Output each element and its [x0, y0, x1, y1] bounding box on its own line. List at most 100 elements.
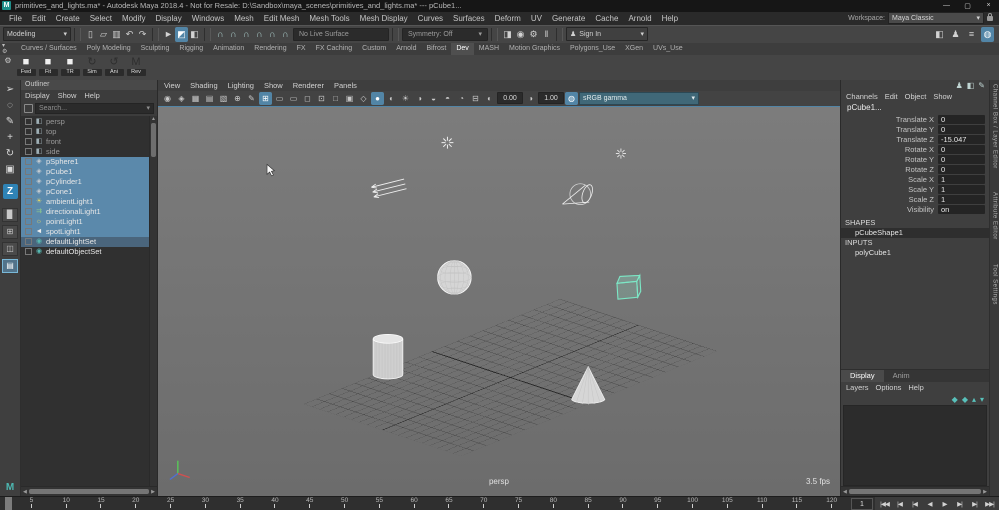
safe-action-icon[interactable]: □	[329, 92, 342, 105]
channel-settings-icon[interactable]: ♟	[956, 80, 963, 91]
custom-m-tool-button[interactable]: M	[3, 481, 18, 494]
exposure-icon[interactable]: ◐	[483, 92, 496, 105]
layer-editor-tab[interactable]: Display	[841, 370, 884, 382]
layer-options-icon[interactable]: ◧	[967, 80, 975, 91]
move-tool-icon[interactable]: +	[7, 132, 13, 143]
modeling-toolkit-toggle[interactable]: ◧	[933, 27, 946, 42]
channel-box-menu-item[interactable]: Show	[933, 92, 952, 101]
menu-item[interactable]: Create	[51, 12, 85, 25]
new-empty-layer-icon[interactable]: ◆	[952, 395, 958, 404]
grease-pencil-icon[interactable]: ✎	[245, 92, 258, 105]
list-item[interactable]: ⇉ directionalLight1	[21, 207, 149, 217]
two-d-pan-zoom-icon[interactable]: ⊕	[231, 92, 244, 105]
item-toggle[interactable]	[25, 188, 32, 195]
attribute-editor-toggle[interactable]: ≡	[965, 27, 978, 42]
gamma-field[interactable]: 1.00	[538, 92, 564, 104]
item-toggle[interactable]	[25, 158, 32, 165]
snap-to-view-plane-icon[interactable]: ∩	[266, 27, 279, 42]
wireframe-mode-icon[interactable]: ◇	[357, 92, 370, 105]
list-item[interactable]: ◄ spotLight1	[21, 227, 149, 237]
outliner-menu-item[interactable]: Show	[58, 91, 77, 100]
list-item[interactable]: ◈ pSphere1	[21, 157, 149, 167]
sign-in-dropdown[interactable]: ♟ Sign In ▾	[566, 27, 648, 41]
list-item[interactable]: ☼ pointLight1	[21, 217, 149, 227]
input-item[interactable]: polyCube1	[841, 248, 989, 258]
scroll-thumb[interactable]	[29, 489, 149, 494]
item-toggle[interactable]	[25, 128, 32, 135]
gate-mask-icon[interactable]: ◻	[301, 92, 314, 105]
undo-icon[interactable]: ↶	[123, 27, 136, 42]
maximize-button[interactable]: ▢	[959, 2, 976, 10]
shelf-button[interactable]: ■ Fit	[38, 56, 58, 76]
grid-icon[interactable]: ⊞	[259, 92, 272, 105]
menu-item[interactable]: Mesh Display	[355, 12, 413, 25]
select-object-icon[interactable]: ◩	[175, 27, 188, 42]
list-item[interactable]: ◈ pCube1	[21, 167, 149, 177]
channel-box-menu-item[interactable]: Object	[905, 92, 927, 101]
shelf-tab[interactable]: Bifrost	[422, 43, 452, 55]
select-component-icon[interactable]: ◧	[188, 27, 201, 42]
menu-item[interactable]: Mesh Tools	[304, 12, 354, 25]
render-settings-icon[interactable]: ⚙	[527, 27, 540, 42]
item-toggle[interactable]	[25, 218, 32, 225]
xray-icon[interactable]: ◔	[455, 92, 468, 105]
rotate-tool-icon[interactable]: ↻	[6, 148, 14, 159]
scale-tool-icon[interactable]: ▣	[5, 164, 14, 175]
panel-menu-item[interactable]: Shading	[190, 81, 218, 90]
item-toggle[interactable]	[25, 138, 32, 145]
layer-editor-menu-item[interactable]: Help	[908, 383, 923, 392]
lock-camera-icon[interactable]: ◈	[175, 92, 188, 105]
step-forward-key-button[interactable]: ▶|	[952, 500, 967, 508]
motion-blur-icon[interactable]: ◓	[441, 92, 454, 105]
shelf-tab[interactable]: Polygons_Use	[565, 43, 620, 55]
live-surface-field[interactable]: No Live Surface	[293, 28, 389, 41]
workspace-dropdown[interactable]: Maya Classic ▾	[888, 12, 984, 24]
shelf-tab[interactable]: Dev	[451, 43, 473, 55]
search-input[interactable]: Search... ▾	[35, 103, 154, 114]
menu-item[interactable]: Surfaces	[448, 12, 490, 25]
attribute-value-field[interactable]: 0	[938, 165, 985, 174]
shelf-button[interactable]: ↻ Sim	[82, 56, 102, 76]
layer-editor-scrollbar[interactable]: ◀ ▶	[841, 486, 989, 496]
menu-item[interactable]: Cache	[590, 12, 623, 25]
list-item[interactable]: ◈ pCylinder1	[21, 177, 149, 187]
snap-to-point-icon[interactable]: ∩	[240, 27, 253, 42]
character-controls-toggle[interactable]: ♟	[949, 27, 962, 42]
shelf-tab[interactable]: Rendering	[249, 43, 291, 55]
list-item[interactable]: ◧ front	[21, 137, 149, 147]
close-button[interactable]: ×	[980, 2, 997, 9]
camera-attributes-icon[interactable]: ▦	[189, 92, 202, 105]
scroll-right-icon[interactable]: ▶	[151, 489, 155, 495]
item-toggle[interactable]	[25, 238, 32, 245]
item-toggle[interactable]	[25, 118, 32, 125]
textured-mode-icon[interactable]: ◐	[385, 92, 398, 105]
select-camera-icon[interactable]: ◉	[161, 92, 174, 105]
shelf-tab[interactable]: XGen	[620, 43, 648, 55]
ipr-render-icon[interactable]: ◉	[514, 27, 527, 42]
channel-box-menu-item[interactable]: Channels	[846, 92, 878, 101]
filter-icon[interactable]	[24, 104, 33, 113]
list-item[interactable]: ◉ defaultObjectSet	[21, 247, 149, 257]
sidebar-vertical-tab[interactable]: Channel Box / Layer Editor	[992, 84, 998, 169]
view-transform-dropdown[interactable]: sRGB gamma ▾	[579, 92, 699, 105]
panel-menu-item[interactable]: Show	[264, 81, 283, 90]
attribute-value-field[interactable]: 0	[938, 155, 985, 164]
item-toggle[interactable]	[25, 228, 32, 235]
symmetry-dropdown[interactable]: Symmetry: Off ▾	[402, 28, 488, 41]
step-back-frame-button[interactable]: |◀	[892, 500, 907, 508]
go-to-start-button[interactable]: |◀◀	[877, 500, 892, 508]
object-name-field[interactable]: pCube1...	[841, 102, 989, 113]
color-management-icon[interactable]: ◍	[565, 92, 578, 105]
shelf-tab[interactable]: Animation	[208, 43, 249, 55]
scroll-left-icon[interactable]: ◀	[843, 489, 847, 495]
shelf-button[interactable]: ■ TR	[60, 56, 80, 76]
attribute-value-field[interactable]: 1	[938, 185, 985, 194]
current-time-field[interactable]: 1	[851, 498, 873, 510]
panel-menu-item[interactable]: View	[164, 81, 180, 90]
scroll-up-icon[interactable]: ▲	[151, 116, 156, 123]
film-gate-icon[interactable]: ▭	[273, 92, 286, 105]
new-layer-assign-icon[interactable]: ◆	[962, 395, 968, 404]
layer-editor-tab[interactable]: Anim	[884, 370, 919, 382]
list-item[interactable]: ☀ ambientLight1	[21, 197, 149, 207]
minimize-button[interactable]: —	[938, 2, 955, 9]
